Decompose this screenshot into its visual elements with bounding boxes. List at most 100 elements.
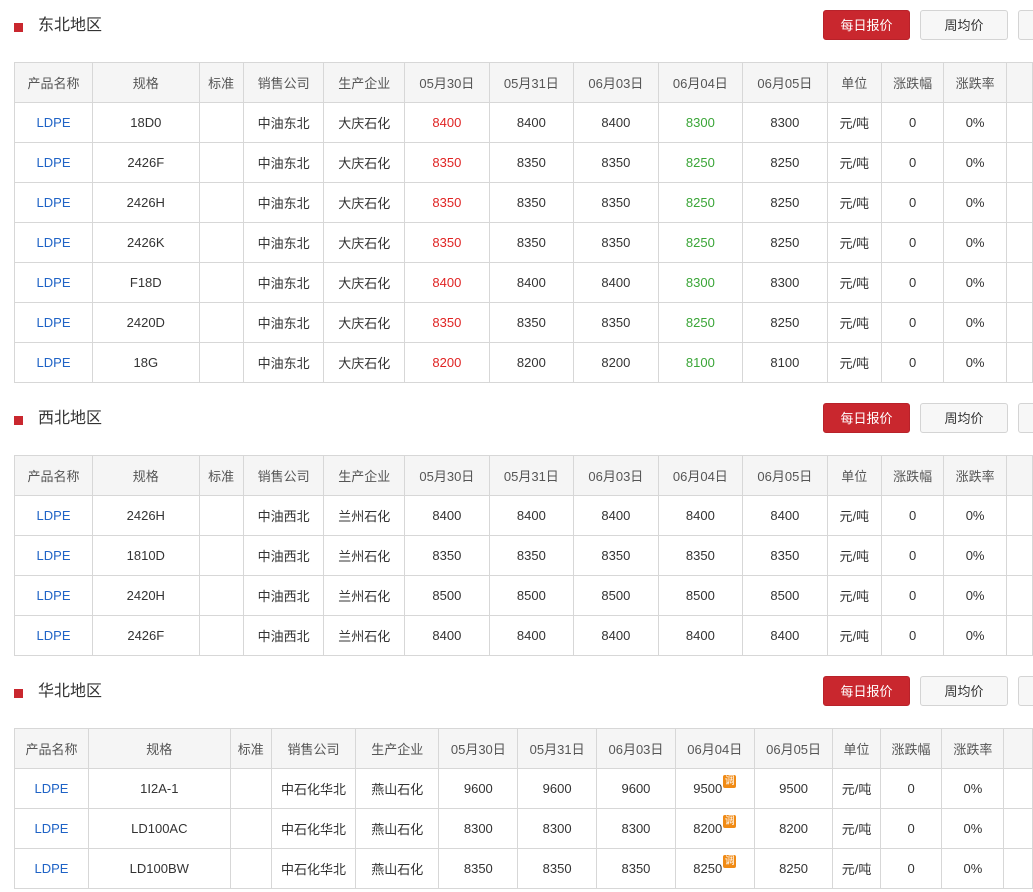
change-cell: 0 xyxy=(880,182,945,223)
product-cell-text: LDPE xyxy=(36,115,71,130)
unit-cell-text: 元/吨 xyxy=(839,156,870,171)
price-adjust-icon[interactable]: 调 xyxy=(723,815,737,828)
price-cell-text: 8300 xyxy=(685,115,715,130)
product-cell[interactable]: LDPE xyxy=(13,102,94,143)
unit-cell-text: 元/吨 xyxy=(839,196,870,211)
rate-cell: 0% xyxy=(943,222,1007,263)
product-cell[interactable]: LDPE xyxy=(14,768,89,809)
product-cell-text: LDPE xyxy=(34,781,69,796)
product-cell[interactable]: LDPE xyxy=(13,495,94,536)
producer-cell: 大庆石化 xyxy=(323,262,406,303)
product-cell[interactable]: LDPE xyxy=(14,808,89,849)
rate-cell: 0% xyxy=(943,535,1007,576)
spec-cell: LD100BW xyxy=(87,848,231,889)
product-cell[interactable]: LDPE xyxy=(13,615,94,656)
price-cell-text: 8350 xyxy=(601,195,631,210)
daily-quote-button[interactable]: 每日报价 xyxy=(823,403,910,433)
unit-cell-text: 元/吨 xyxy=(839,549,870,564)
producer-cell-text: 燕山石化 xyxy=(371,862,424,877)
header-date-1: 05月30日 xyxy=(404,62,490,103)
price-adjust-icon[interactable]: 调 xyxy=(723,855,737,868)
weekly-average-button[interactable]: 周均价 xyxy=(920,676,1008,706)
header-unit: 单位 xyxy=(832,728,881,769)
weekly-average-button[interactable]: 周均价 xyxy=(920,403,1008,433)
unit-cell-text: 元/吨 xyxy=(841,782,872,797)
producer-cell-text: 大庆石化 xyxy=(338,316,391,331)
unit-cell-text: 元/吨 xyxy=(839,629,870,644)
product-cell[interactable]: LDPE xyxy=(14,848,89,889)
section-title: 东北地区 xyxy=(38,17,103,34)
unit-cell-text: 元/吨 xyxy=(839,316,870,331)
unit-cell-text: 元/吨 xyxy=(839,276,870,291)
rate-cell: 0% xyxy=(941,848,1005,889)
daily-quote-button[interactable]: 每日报价 xyxy=(823,676,910,706)
product-cell[interactable]: LDPE xyxy=(13,222,94,263)
price-cell: 8350 xyxy=(573,142,659,183)
price-cell-text: 8500 xyxy=(516,588,546,603)
rate-cell-text: 0% xyxy=(965,588,985,603)
change-cell-text: 0 xyxy=(907,821,915,836)
spec-cell-text: 18G xyxy=(133,355,159,370)
header-date-2: 05月31日 xyxy=(517,728,598,769)
product-cell[interactable]: LDPE xyxy=(13,302,94,343)
more-button[interactable] xyxy=(1018,676,1033,706)
product-cell[interactable]: LDPE xyxy=(13,262,94,303)
unit-cell-text: 元/吨 xyxy=(839,589,870,604)
rate-cell: 0% xyxy=(943,342,1007,383)
product-cell[interactable]: LDPE xyxy=(13,342,94,383)
more-button[interactable] xyxy=(1018,10,1033,40)
price-cell-text: 8400 xyxy=(516,508,546,523)
header-change: 涨跌幅 xyxy=(880,62,945,103)
price-cell: 8400 xyxy=(404,615,490,656)
header-overflow xyxy=(1003,728,1033,769)
standard-cell xyxy=(198,302,244,343)
product-cell[interactable]: LDPE xyxy=(13,182,94,223)
table-row: LDPE 1810D 中油西北 兰州石化 8350 8350 8350 8350 8350 元/吨… xyxy=(13,535,1033,576)
header-producer: 生产企业 xyxy=(323,455,406,496)
price-cell-text: 9600 xyxy=(542,781,572,796)
price-cell-text: 8500 xyxy=(432,588,462,603)
product-cell[interactable]: LDPE xyxy=(13,575,94,616)
price-cell-text: 9600 xyxy=(463,781,493,796)
spec-cell: 2426K xyxy=(92,222,200,263)
product-cell[interactable]: LDPE xyxy=(13,535,94,576)
price-cell: 8350 xyxy=(573,222,659,263)
producer-cell-text: 燕山石化 xyxy=(371,822,424,837)
header-product: 产品名称 xyxy=(14,728,89,769)
seller-cell: 中石化华北 xyxy=(270,848,357,889)
rate-cell-text: 0% xyxy=(965,315,985,330)
unit-cell: 元/吨 xyxy=(826,615,882,656)
table-row: LDPE 18D0 中油东北 大庆石化 8400 8400 8400 8300 8300 元/吨 0… xyxy=(13,102,1033,143)
price-cell: 8250 xyxy=(742,182,828,223)
rate-cell: 0% xyxy=(943,142,1007,183)
unit-cell: 元/吨 xyxy=(826,302,882,343)
price-cell: 8350 xyxy=(404,142,490,183)
price-cell-text: 8350 xyxy=(432,548,462,563)
standard-cell xyxy=(198,142,244,183)
daily-quote-button[interactable]: 每日报价 xyxy=(823,10,910,40)
unit-cell: 元/吨 xyxy=(826,575,882,616)
more-button[interactable] xyxy=(1018,403,1033,433)
price-cell: 8200 xyxy=(488,342,575,383)
producer-cell: 兰州石化 xyxy=(323,575,406,616)
price-adjust-icon[interactable]: 调 xyxy=(723,775,737,788)
unit-cell: 元/吨 xyxy=(832,808,881,849)
product-cell-text: LDPE xyxy=(36,275,71,290)
spec-cell-text: 1810D xyxy=(126,548,165,563)
spec-cell: F18D xyxy=(92,262,200,303)
weekly-average-button[interactable]: 周均价 xyxy=(920,10,1008,40)
change-cell-text: 0 xyxy=(907,781,915,796)
overflow-cell xyxy=(1005,222,1033,263)
seller-cell-text: 中油东北 xyxy=(257,316,310,331)
header-date-3: 06月03日 xyxy=(596,728,676,769)
seller-cell: 中油东北 xyxy=(242,142,325,183)
price-cell-text: 8300 xyxy=(770,275,800,290)
seller-cell: 中油西北 xyxy=(242,615,325,656)
price-cell-text: 8400 xyxy=(516,115,546,130)
product-cell[interactable]: LDPE xyxy=(13,142,94,183)
price-cell: 8350 xyxy=(657,535,744,576)
header-date-5: 06月05日 xyxy=(742,62,828,103)
section-marker xyxy=(14,416,23,425)
producer-cell-text: 大庆石化 xyxy=(338,356,391,371)
producer-cell-text: 大庆石化 xyxy=(338,196,391,211)
